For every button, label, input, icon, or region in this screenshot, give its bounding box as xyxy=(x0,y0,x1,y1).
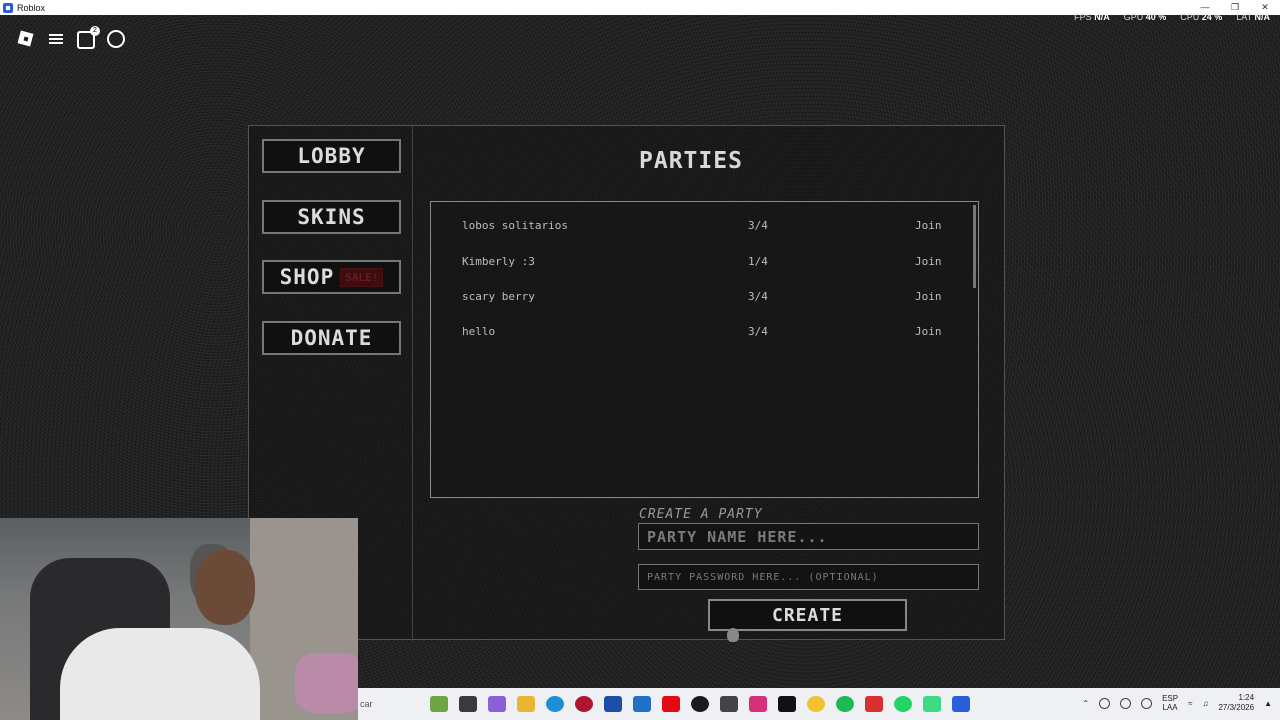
page-title: PARTIES xyxy=(639,148,743,174)
netflix-icon[interactable] xyxy=(662,696,680,712)
u-app-icon[interactable] xyxy=(691,696,709,712)
party-row: lobos solitarios 3/4 Join xyxy=(431,216,971,236)
join-button[interactable]: Join xyxy=(915,219,942,232)
stat-gpu: GPU 40 % xyxy=(1123,12,1167,22)
taskbar-apps xyxy=(430,696,970,712)
join-button[interactable]: Join xyxy=(915,255,942,268)
spotify-icon[interactable] xyxy=(836,696,854,712)
panel-divider xyxy=(412,126,413,641)
party-count: 3/4 xyxy=(748,325,768,338)
lobby-button[interactable]: LOBBY xyxy=(262,139,401,173)
onedrive-icon[interactable] xyxy=(1120,697,1132,709)
avatar-head-icon[interactable] xyxy=(107,30,125,48)
mic-icon[interactable] xyxy=(1141,697,1153,709)
window-title: Roblox xyxy=(17,2,46,13)
copilot-icon[interactable] xyxy=(488,696,506,712)
party-list: lobos solitarios 3/4 Join Kimberly :3 1/… xyxy=(430,201,979,498)
party-name-input[interactable] xyxy=(638,523,979,550)
donate-button[interactable]: DONATE xyxy=(262,321,401,355)
network-icon[interactable] xyxy=(1099,697,1111,709)
windows-taskbar: car ⌃ ESP LAA ≈ ♫ 1:24 27/3/2026 ▲ xyxy=(358,688,1280,720)
donate-label: DONATE xyxy=(290,326,373,350)
tiktok-icon[interactable] xyxy=(778,696,796,712)
photos-icon[interactable] xyxy=(430,696,448,712)
webcam-overlay xyxy=(0,518,358,720)
skins-button[interactable]: SKINS xyxy=(262,200,401,234)
join-button[interactable]: Join xyxy=(915,325,942,338)
party-name: hello xyxy=(462,325,496,338)
explorer-icon[interactable] xyxy=(517,696,535,712)
sale-badge: SALE! xyxy=(340,267,384,287)
stat-lat: LAT N/A xyxy=(1236,12,1270,22)
create-party-label: CREATE A PARTY xyxy=(639,507,763,522)
roblox-topbar: 2 xyxy=(17,26,125,49)
files-icon[interactable] xyxy=(459,696,477,712)
shop-label: SHOP xyxy=(279,265,335,289)
android-icon[interactable] xyxy=(923,696,941,712)
create-button[interactable]: CREATE xyxy=(708,599,907,631)
party-count: 1/4 xyxy=(748,255,768,268)
roblox-icon[interactable] xyxy=(952,696,970,712)
party-row: Kimberly :3 1/4 Join xyxy=(431,252,971,272)
security-icon[interactable] xyxy=(604,696,622,712)
join-button[interactable]: Join xyxy=(915,290,942,303)
clock-time: 1:24 xyxy=(1238,693,1255,702)
party-name: lobos solitarios xyxy=(462,219,568,232)
edge-icon[interactable] xyxy=(546,696,564,712)
stat-cpu: CPU 24 % xyxy=(1180,12,1223,22)
notification-icon[interactable]: ▲ xyxy=(1264,699,1272,708)
parties-panel: LOBBY SKINS SHOP SALE! DONATE PARTIES lo… xyxy=(248,125,1005,641)
whatsapp-icon[interactable] xyxy=(894,696,912,712)
chat-icon[interactable]: 2 xyxy=(77,26,100,49)
chat-badge: 2 xyxy=(90,26,100,36)
skins-label: SKINS xyxy=(297,205,366,229)
party-count: 3/4 xyxy=(748,290,768,303)
chevron-up-icon[interactable]: ⌃ xyxy=(1082,699,1089,708)
roblox-app-icon xyxy=(3,2,13,13)
system-tray: ⌃ ESP LAA ≈ ♫ 1:24 27/3/2026 ▲ xyxy=(1082,693,1272,713)
red-app-icon[interactable] xyxy=(865,696,883,712)
party-count: 3/4 xyxy=(748,219,768,232)
party-name: scary berry xyxy=(462,290,535,303)
language-indicator[interactable]: ESP LAA xyxy=(1162,694,1178,712)
list-scrollbar[interactable] xyxy=(973,205,976,288)
wifi-icon[interactable]: ≈ xyxy=(1188,699,1192,708)
volume-icon[interactable]: ♫ xyxy=(1202,699,1208,708)
create-label: CREATE xyxy=(771,604,844,626)
menu-icon[interactable] xyxy=(47,30,65,48)
taskbar-search-text[interactable]: car xyxy=(360,699,373,709)
stat-fps: FPS N/A xyxy=(1074,12,1110,22)
mouse-cursor-icon xyxy=(727,628,739,642)
lobby-label: LOBBY xyxy=(297,144,366,168)
party-row: hello 3/4 Join xyxy=(431,322,971,342)
shop-button[interactable]: SHOP SALE! xyxy=(262,260,401,294)
store-icon[interactable] xyxy=(633,696,651,712)
party-row: scary berry 3/4 Join xyxy=(431,287,971,307)
chrome-icon[interactable] xyxy=(807,696,825,712)
notes-icon[interactable] xyxy=(720,696,738,712)
instagram-icon[interactable] xyxy=(749,696,767,712)
roblox-logo-icon[interactable] xyxy=(17,30,35,48)
clock[interactable]: 1:24 27/3/2026 xyxy=(1218,693,1254,713)
party-name: Kimberly :3 xyxy=(462,255,535,268)
opera-icon[interactable] xyxy=(575,696,593,712)
performance-stats: FPS N/A GPU 40 % CPU 24 % LAT N/A xyxy=(1074,12,1270,22)
party-password-input[interactable] xyxy=(638,564,979,590)
clock-date: 27/3/2026 xyxy=(1218,703,1255,712)
